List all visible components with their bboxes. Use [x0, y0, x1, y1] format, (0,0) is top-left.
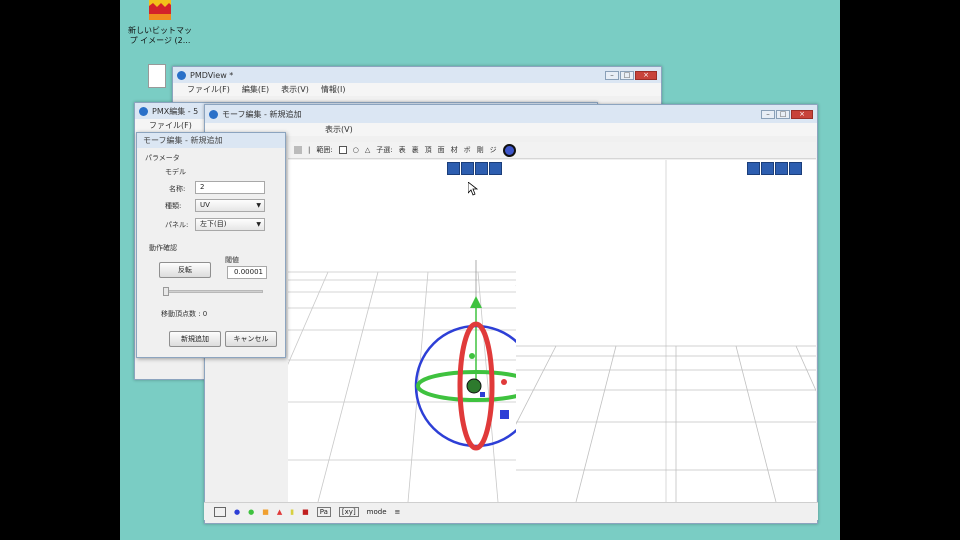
- type-label: 種類:: [165, 202, 182, 210]
- select-label: 子選:: [376, 146, 393, 154]
- desktop-icon-label-1: 新しいビットマッ: [128, 26, 192, 35]
- menu-info[interactable]: 情報(I): [321, 84, 346, 95]
- type-select[interactable]: UV: [195, 199, 265, 212]
- pan-view-icon[interactable]: [761, 162, 774, 175]
- pmx-menu-file[interactable]: ファイル(F): [149, 120, 192, 131]
- threshold-slider[interactable]: [163, 290, 263, 293]
- toolbar-btn-bone[interactable]: ボ: [464, 145, 471, 155]
- status-red-triangle-icon[interactable]: ▲: [277, 508, 282, 516]
- name-label: 名称:: [169, 185, 186, 193]
- minimize-button[interactable]: –: [605, 70, 619, 80]
- minimize-button[interactable]: –: [761, 109, 775, 119]
- morph-window-title: モーフ編集 - 新規追加: [222, 109, 302, 119]
- dialog-title[interactable]: モーフ編集 - 新規追加: [137, 133, 285, 148]
- circle-select-icon[interactable]: ○: [353, 146, 359, 154]
- morph-add-dialog[interactable]: モーフ編集 - 新規追加 パラメータ モデル 名称: 2 種類: UV パネル:…: [136, 132, 286, 358]
- status-red-square-icon[interactable]: ■: [302, 508, 309, 516]
- gizmo-toggle-icon[interactable]: [502, 143, 516, 157]
- morph-window-app-icon: [209, 109, 218, 119]
- triangle-select-icon[interactable]: △: [365, 146, 370, 154]
- status-xy-button[interactable]: [xy]: [338, 506, 359, 517]
- panel-select[interactable]: 左下(目): [195, 218, 265, 231]
- status-point-icon[interactable]: ●: [234, 508, 240, 516]
- mouse-cursor-icon: [468, 182, 478, 196]
- morph-window-caption-buttons: – □ ×: [761, 109, 813, 119]
- menu-file[interactable]: ファイル(F): [187, 84, 230, 95]
- range-label: 範囲:: [316, 146, 333, 154]
- pmdview-titlebar[interactable]: PMDView * – □ ×: [173, 67, 661, 83]
- model-label: モデル: [165, 168, 186, 176]
- status-green-icon[interactable]: ●: [248, 508, 254, 516]
- menu-view[interactable]: 表示(V): [325, 124, 353, 135]
- desktop: 新しいビットマッ プ イメージ (2... PMDView * – □ × ファ…: [120, 0, 840, 540]
- threshold-slider-handle[interactable]: [163, 287, 169, 296]
- toolbar-separator: |: [308, 146, 311, 154]
- pmdview-app-icon: [177, 70, 186, 80]
- cancel-button[interactable]: キャンセル: [225, 331, 277, 347]
- pmdview-title: PMDView *: [190, 70, 234, 80]
- params-group-label: パラメータ: [145, 154, 180, 162]
- status-orange-icon[interactable]: ■: [262, 508, 269, 516]
- name-input[interactable]: 2: [195, 181, 265, 194]
- close-button[interactable]: ×: [791, 109, 813, 119]
- pmdview-window[interactable]: PMDView * – □ × ファイル(F) 編集(E) 表示(V) 情報(I…: [172, 66, 662, 106]
- threshold-input[interactable]: 0.00001: [227, 266, 267, 279]
- zoom-view-icon[interactable]: [489, 162, 502, 175]
- close-button[interactable]: ×: [635, 70, 657, 80]
- status-window-icon[interactable]: [214, 506, 226, 517]
- move-view-icon[interactable]: [747, 162, 760, 175]
- desktop-icon-label-2: プ イメージ (2...: [129, 36, 191, 45]
- action-check-label: 動作確認: [149, 244, 177, 252]
- morph-window-titlebar[interactable]: モーフ編集 - 新規追加 – □ ×: [205, 105, 817, 123]
- rotate-view-icon[interactable]: [775, 162, 788, 175]
- zoom-view-icon[interactable]: [789, 162, 802, 175]
- maximize-button[interactable]: □: [620, 70, 634, 80]
- add-new-button[interactable]: 新規追加: [169, 331, 221, 347]
- pan-view-icon[interactable]: [461, 162, 474, 175]
- toolbar-tool-icon[interactable]: [294, 146, 302, 154]
- status-mode-dropdown[interactable]: mode: [367, 508, 387, 516]
- status-yellow-icon[interactable]: ▮: [290, 508, 294, 516]
- panel-label: パネル:: [165, 221, 189, 229]
- toolbar-btn-joint[interactable]: ジ: [490, 145, 497, 155]
- morph-window-menubar: 表示(V): [205, 123, 817, 136]
- move-view-icon[interactable]: [447, 162, 460, 175]
- rect-select-icon[interactable]: [338, 146, 347, 154]
- pmx-editor-app-icon: [139, 106, 148, 116]
- morph-statusbar: ● ● ■ ▲ ▮ ■ Pa [xy] mode ≡: [204, 502, 818, 520]
- morph-toolbar: | 範囲: ○ △ 子選: 表 裏 頂 面 材 ボ 剛 ジ: [288, 142, 816, 159]
- viewport-right-tools: [747, 162, 802, 175]
- vertex-count-text: 移動頂点数 : 0: [161, 310, 208, 318]
- status-menu-icon[interactable]: ≡: [395, 508, 401, 516]
- threshold-label: 閾値: [225, 256, 239, 264]
- toolbar-btn-rigid[interactable]: 剛: [477, 145, 484, 155]
- rotate-view-icon[interactable]: [475, 162, 488, 175]
- menu-view[interactable]: 表示(V): [281, 84, 309, 95]
- maximize-button[interactable]: □: [776, 109, 790, 119]
- invert-button[interactable]: 反転: [159, 262, 211, 278]
- viewport-right-grid: [516, 160, 816, 502]
- pmdview-menubar: ファイル(F) 編集(E) 表示(V) 情報(I): [173, 83, 661, 96]
- toolbar-btn-back[interactable]: 裏: [412, 145, 419, 155]
- menu-edit[interactable]: 編集(E): [242, 84, 269, 95]
- bitmap-file-desktop-icon[interactable]: 新しいビットマッ プ イメージ (2...: [122, 0, 198, 46]
- bitmap-image-icon: [149, 0, 171, 20]
- transform-gizmo[interactable]: [408, 260, 528, 460]
- toolbar-btn-front[interactable]: 表: [399, 145, 406, 155]
- viewport-center-tools: [447, 162, 502, 175]
- viewport-right[interactable]: [516, 160, 816, 502]
- pmdview-caption-buttons: – □ ×: [605, 70, 657, 80]
- toolbar-btn-face[interactable]: 面: [438, 145, 445, 155]
- toolbar-btn-vertex[interactable]: 頂: [425, 145, 432, 155]
- status-pa-button[interactable]: Pa: [316, 506, 331, 517]
- toolbar-btn-material[interactable]: 材: [451, 145, 458, 155]
- file-desktop-icon[interactable]: [148, 64, 166, 88]
